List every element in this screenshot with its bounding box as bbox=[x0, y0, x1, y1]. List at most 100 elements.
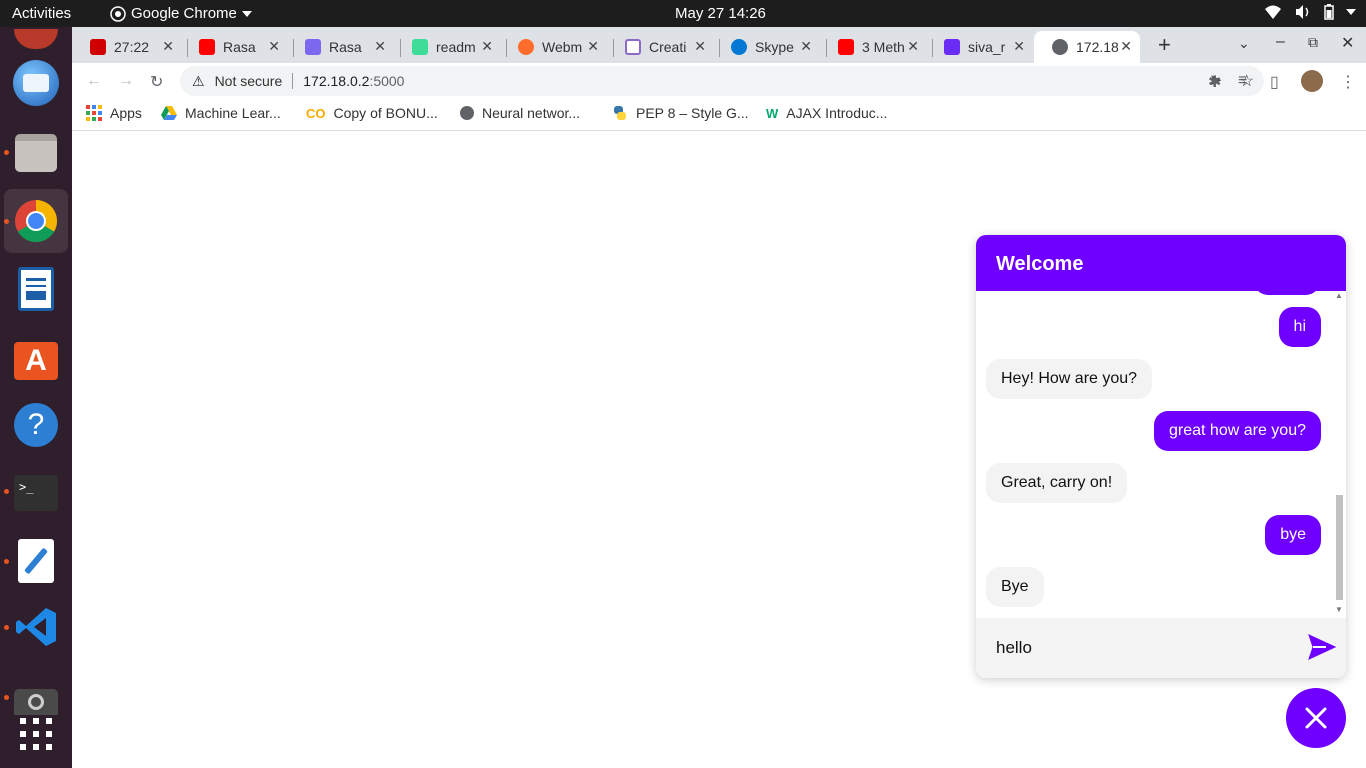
cpanel-icon bbox=[518, 39, 534, 55]
close-chat-button[interactable] bbox=[1286, 688, 1346, 748]
minimize-icon[interactable]: – bbox=[1276, 33, 1285, 51]
bookmark-ajax[interactable]: W AJAX Introduc... bbox=[766, 105, 887, 121]
message-bot: Bye bbox=[986, 567, 1044, 607]
url-port: :5000 bbox=[369, 73, 405, 89]
globe-icon bbox=[460, 106, 474, 120]
bookmark-pep8[interactable]: PEP 8 – Style G... bbox=[612, 105, 749, 121]
text-editor-icon[interactable] bbox=[12, 537, 60, 585]
globe-icon bbox=[1052, 39, 1068, 55]
close-icon[interactable]: ✕ bbox=[162, 38, 174, 55]
close-icon[interactable]: ✕ bbox=[268, 38, 280, 55]
bookmark-neural-networks[interactable]: Neural networ... bbox=[460, 105, 580, 121]
clickup-icon bbox=[305, 39, 321, 55]
bookmark-machine-learning[interactable]: Machine Lear... bbox=[161, 105, 281, 121]
scrollbar-thumb[interactable] bbox=[1336, 495, 1343, 600]
thunderbird-icon[interactable] bbox=[12, 59, 60, 107]
tab-3[interactable]: readm ✕ bbox=[394, 31, 501, 63]
address-bar[interactable]: ⚠ Not secure 172.18.0.2:5000 ➤ ☆ bbox=[180, 66, 1264, 96]
activities-button[interactable]: Activities bbox=[12, 5, 71, 22]
system-tray[interactable] bbox=[1264, 4, 1356, 20]
scroll-up-icon[interactable]: ▲ bbox=[1335, 291, 1343, 300]
doc-icon bbox=[625, 39, 641, 55]
apps-icon bbox=[86, 105, 102, 121]
avatar[interactable] bbox=[1301, 70, 1323, 92]
tab-active[interactable]: 172.18 ✕ bbox=[1034, 31, 1140, 63]
bookmark-apps[interactable]: Apps bbox=[86, 105, 142, 121]
restore-icon[interactable]: ⧉ bbox=[1308, 34, 1318, 51]
tab-8[interactable]: siva_r ✕ bbox=[926, 31, 1033, 63]
side-panel-icon[interactable]: ▯ bbox=[1270, 72, 1279, 92]
window-close-icon[interactable]: ✕ bbox=[1341, 33, 1354, 53]
app-icon bbox=[14, 29, 58, 49]
send-icon bbox=[1308, 634, 1337, 660]
writer-icon[interactable] bbox=[12, 265, 60, 313]
tab-1[interactable]: Rasa C ✕ bbox=[181, 31, 288, 63]
message-bot: Hey! How are you? bbox=[986, 359, 1153, 399]
running-indicator bbox=[4, 489, 9, 494]
media-control-icon[interactable]: ≡ bbox=[1238, 72, 1247, 90]
tray-chevron-down-icon bbox=[1346, 9, 1356, 15]
vscode-icon[interactable] bbox=[12, 603, 60, 651]
forward-icon[interactable]: → bbox=[118, 72, 134, 90]
tab-0[interactable]: 27:22 ✕ bbox=[72, 31, 182, 63]
running-indicator bbox=[4, 219, 9, 224]
tab-7[interactable]: 3 Meth ✕ bbox=[820, 31, 927, 63]
apps-grid-icon[interactable] bbox=[12, 710, 60, 758]
menu-icon[interactable]: ⋮ bbox=[1340, 72, 1356, 92]
chrome-small-icon bbox=[110, 5, 126, 22]
tab-4[interactable]: Webm ✕ bbox=[500, 31, 607, 63]
warning-icon: ⚠ bbox=[192, 72, 205, 89]
bookmark-copy-of-bonus[interactable]: CO Copy of BONU... bbox=[306, 105, 438, 121]
chrome-icon[interactable] bbox=[12, 197, 60, 245]
terminal-icon[interactable]: >_ bbox=[12, 469, 60, 517]
extensions-icon[interactable]: ✱ bbox=[1208, 72, 1221, 92]
shield-icon bbox=[944, 39, 960, 55]
chat-footer bbox=[976, 618, 1346, 678]
tab-search-icon[interactable]: ⌄ bbox=[1238, 35, 1250, 52]
close-icon[interactable]: ✕ bbox=[907, 38, 919, 55]
app-menu[interactable]: Google Chrome bbox=[110, 5, 252, 22]
running-indicator bbox=[4, 559, 9, 564]
close-icon[interactable]: ✕ bbox=[800, 38, 812, 55]
omnibox-separator bbox=[292, 73, 294, 89]
app-name: Google Chrome bbox=[131, 5, 237, 22]
chat-input[interactable] bbox=[996, 638, 1296, 658]
message-user: bye bbox=[1265, 515, 1321, 555]
reload-icon[interactable]: ↻ bbox=[150, 72, 163, 92]
send-button[interactable] bbox=[1308, 634, 1337, 665]
dock: A ? >_ bbox=[0, 27, 72, 768]
running-indicator bbox=[4, 150, 9, 155]
tab-2[interactable]: Rasa c ✕ bbox=[287, 31, 394, 63]
tab-5[interactable]: Creati ✕ bbox=[607, 31, 714, 63]
close-icon[interactable]: ✕ bbox=[481, 38, 493, 55]
close-icon[interactable]: ✕ bbox=[374, 38, 386, 55]
w3schools-icon: W bbox=[766, 105, 779, 121]
chat-widget: Welcome hi Hey! How are you? great how a… bbox=[976, 235, 1346, 678]
readme-icon bbox=[412, 39, 428, 55]
security-label: Not secure bbox=[214, 73, 283, 89]
system-top-bar: Activities Google Chrome May 27 14:26 bbox=[0, 0, 1366, 27]
close-icon[interactable]: ✕ bbox=[1013, 38, 1025, 55]
camera-icon[interactable] bbox=[12, 667, 60, 715]
chevron-down-icon bbox=[241, 10, 252, 17]
youtube-icon bbox=[838, 39, 854, 55]
back-icon[interactable]: ← bbox=[86, 72, 102, 90]
close-icon[interactable]: ✕ bbox=[1120, 38, 1132, 55]
close-icon[interactable]: ✕ bbox=[587, 38, 599, 55]
chat-messages[interactable]: hi Hey! How are you? great how are you? … bbox=[976, 277, 1346, 618]
python-icon bbox=[614, 106, 626, 120]
close-icon[interactable]: ✕ bbox=[694, 38, 706, 55]
files-icon[interactable] bbox=[12, 129, 60, 177]
clock[interactable]: May 27 14:26 bbox=[675, 5, 766, 22]
scroll-down-icon[interactable]: ▼ bbox=[1335, 605, 1343, 614]
drive-icon bbox=[161, 106, 177, 120]
scrollbar[interactable]: ▲ ▼ bbox=[1334, 291, 1344, 614]
software-icon[interactable]: A bbox=[12, 333, 60, 381]
new-tab-icon[interactable]: + bbox=[1158, 32, 1171, 58]
battery-icon bbox=[1324, 4, 1334, 20]
tab-6[interactable]: Skype ✕ bbox=[713, 31, 820, 63]
tab-strip: 27:22 ✕ Rasa C ✕ Rasa c ✕ readm ✕ Webm ✕… bbox=[72, 27, 1366, 63]
help-icon[interactable]: ? bbox=[12, 401, 60, 449]
colab-icon: CO bbox=[306, 105, 326, 121]
skype-icon bbox=[731, 39, 747, 55]
